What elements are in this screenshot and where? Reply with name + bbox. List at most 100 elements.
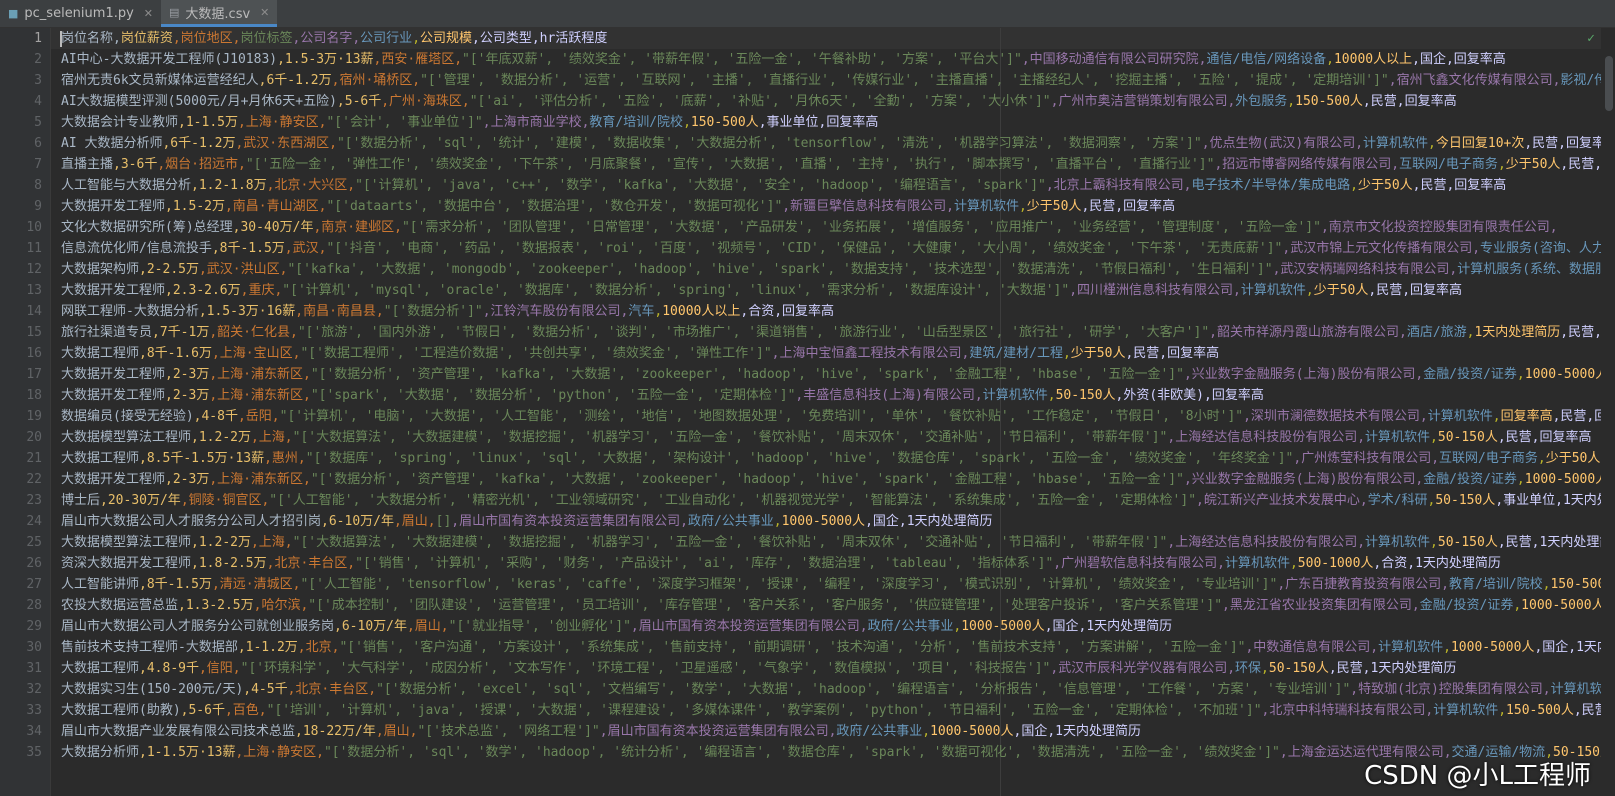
code-line[interactable]: 大数据工程师,8.5千-1.5万·13薪,惠州,"['数据库', 'spring… — [61, 448, 1601, 469]
code-editor[interactable]: 1 2 3 4 5 6 7 8 9 10 11 12 13 14 15 16 17 18 19 20 21 22 23 24 2… — [0, 28, 1615, 796]
line-number: 9 — [34, 199, 42, 214]
line-number: 2 — [34, 52, 42, 67]
code-line[interactable]: 人工智能讲师,8千-1.5万,清远·清城区,"['人工智能', 'tensorf… — [61, 574, 1601, 595]
code-line[interactable]: 农投大数据运营总监,1.3-2.5万,哈尔滨,"['成本控制', '团队建设',… — [61, 595, 1601, 616]
code-line[interactable]: 大数据开发工程师,2-3万,上海·浦东新区,"['数据分析', '资产管理', … — [61, 364, 1601, 385]
line-number: 23 — [26, 493, 42, 508]
code-line[interactable]: 售前技术支持工程师-大数据部,1-1.2万,北京,"['销售', '客户沟通',… — [61, 637, 1601, 658]
csv-field: "['数据分析', 'sql', '数学', 'hadoop', '统计分析',… — [323, 745, 1280, 760]
line-number: 17 — [26, 367, 42, 382]
code-line[interactable]: 信息流优化师/信息流投手,8千-1.5万,武汉,"['抖音', '电商', '药… — [61, 238, 1601, 259]
csv-field: ,南昌·南昌县, — [295, 304, 384, 319]
code-line[interactable]: 数据编员(接受无经验),4-8千,岳阳,"['计算机', '电脑', '大数据'… — [61, 406, 1601, 427]
line-number: 11 — [26, 241, 42, 256]
csv-field: ,民营,回复率高 — [1560, 157, 1601, 172]
csv-field: 10000人以上 — [662, 304, 741, 319]
close-icon[interactable]: ✕ — [144, 7, 153, 20]
csv-field: ,广东百捷教育投资有限公司, — [1277, 577, 1449, 592]
code-line[interactable]: AI中心-大数据开发工程师(J10183),1.5-3万·13薪,西安·雁塔区,… — [61, 49, 1506, 70]
code-line[interactable]: 大数据开发工程师,2-3万,上海·浦东新区,"['数据分析', '资产管理', … — [61, 469, 1601, 490]
line-number: 8 — [34, 178, 42, 193]
csv-field: [] — [435, 514, 452, 529]
vertical-scrollbar[interactable] — [1601, 28, 1615, 796]
code-line[interactable]: 大数据工程师,4.8-9千,信阳,"['环境科学', '大气科学', '成因分析… — [61, 658, 1456, 679]
tab-bigdata-csv[interactable]: ▤ 大数据.csv ✕ — [161, 0, 278, 27]
tab-pc-selenium1[interactable]: ■ pc_selenium1.py ✕ — [0, 0, 161, 27]
csv-field: "['旅游', '国内外游', '节假日', '数据分析', '谈判', '市场… — [297, 325, 1210, 340]
csv-field: 宿州无责6k文员新媒体运营经纪人 — [61, 73, 259, 88]
csv-field: 50-150人 — [1268, 661, 1329, 676]
csv-field: , — [1428, 136, 1436, 151]
csv-field: ,2-3万 — [165, 367, 210, 382]
code-line[interactable]: 大数据架构师,2-2.5万,武汉·洪山区,"['kafka', '大数据', '… — [61, 259, 1601, 280]
code-line[interactable]: 大数据实习生(150-200元/天),4-5千,北京·丰台区,"['数据分析',… — [61, 679, 1601, 700]
csv-field: 电子技术/半导体/集成电路 — [1191, 178, 1351, 193]
csv-field: ,8千-1.5万 — [139, 577, 212, 592]
code-line[interactable]: 人工智能与大数据分析,1.2-1.8万,北京·大兴区,"['计算机', 'jav… — [61, 175, 1506, 196]
code-line[interactable]: 大数据模型算法工程师,1.2-2万,上海,"['大数据算法', '大数据建模',… — [61, 427, 1592, 448]
csv-field: ,6千-1.2万 — [162, 136, 236, 151]
csv-field: "['五险一金', '弹性工作', '绩效奖金', '下午茶', '月底聚餐',… — [245, 157, 1215, 172]
csv-field: ,2-3万 — [165, 388, 210, 403]
csv-field: ,民营,1天内处理简历 — [1328, 661, 1457, 676]
code-line[interactable]: 文化大数据研究所(筹)总经理,30-40万/年,南京·建邺区,"['需求分析',… — [61, 217, 1558, 238]
code-line[interactable]: 眉山市大数据公司人才服务分公司人才招引岗,6-10万/年,眉山,[],眉山市国有… — [61, 511, 993, 532]
csv-field: ,民营,回复率高 — [1524, 136, 1601, 151]
csv-field: ,8.5千-1.5万·13薪 — [139, 451, 265, 466]
code-line[interactable]: 网联工程师-大数据分析,1.5-3万·16薪,南昌·南昌县,"['数据分析']"… — [61, 301, 834, 322]
csv-field: ,西安·雁塔区, — [373, 52, 463, 67]
code-line[interactable]: 博士后,20-30万/年,铜陵·铜官区,"['人工智能', '大数据分析', '… — [61, 490, 1601, 511]
csv-field: 10000人以上 — [1333, 52, 1413, 67]
csv-field: 眉山市大数据公司人才服务分公司就创业服务岗 — [61, 619, 335, 634]
csv-field: ,兴业数字金融服务(上海)股份有限公司, — [1183, 472, 1424, 487]
csv-field: 50-150人 — [1437, 430, 1498, 445]
csv-field: 50-150人 — [1055, 388, 1116, 403]
csv-field: ,公司名字, — [292, 31, 361, 46]
scrollbar-thumb[interactable] — [1605, 56, 1613, 111]
code-line[interactable]: 资深大数据开发工程师,1.8-2.5万,北京·丰台区,"['销售', '计算机'… — [61, 553, 1501, 574]
line-number: 18 — [26, 388, 42, 403]
csv-field: ,1-1.2万 — [237, 640, 298, 655]
watermark: CSDN @小L工程师 — [1364, 761, 1591, 791]
csv-field: , — [1498, 703, 1507, 718]
line-number: 10 — [26, 220, 42, 235]
csv-field: 专业服务(咨询、人力资源) — [1480, 241, 1601, 256]
csv-field: ,江铃汽车股份有限公司, — [482, 304, 629, 319]
csv-field: ,国企,1天内处理简历 — [1044, 619, 1173, 634]
code-line[interactable]: 旅行社渠道专员,7千-1万,韶关·仁化县,"['旅游', '国内外游', '节假… — [61, 322, 1601, 343]
csv-field: 计算机软件 — [1427, 409, 1493, 424]
code-line[interactable]: 大数据开发工程师,2-3万,上海·浦东新区,"['spark', '大数据', … — [61, 385, 1264, 406]
code-line[interactable]: 直播主播,3-6千,烟台·招远市,"['五险一金', '弹性工作', '绩效奖金… — [61, 154, 1601, 175]
csv-field: "['计算机', 'mysql', 'oracle', '数据库', '数据分析… — [282, 283, 1070, 298]
code-line[interactable]: 大数据模型算法工程师,1.2-2万,上海,"['大数据算法', '大数据建模',… — [61, 532, 1601, 553]
code-line[interactable]: 岗位名称,岗位薪资,岗位地区,岗位标签,公司名字,公司行业,公司规模,公司类型,… — [61, 28, 607, 49]
close-icon[interactable]: ✕ — [260, 6, 269, 19]
code-line[interactable]: AI大数据模型评测(5000元/月+月休6天+五险),5-6千,广州·海珠区,"… — [61, 91, 1457, 112]
line-number: 26 — [26, 556, 42, 571]
code-line[interactable]: 大数据开发工程师,2.3-2.6万,重庆,"['计算机', 'mysql', '… — [61, 280, 1462, 301]
code-line[interactable]: 大数据工程师(助教),5-6千,百色,"['培训', '计算机', 'java'… — [61, 700, 1601, 721]
csv-field: 博士后 — [61, 493, 101, 508]
code-line[interactable]: AI 大数据分析师,6千-1.2万,武汉·东西湖区,"['数据分析', 'sql… — [61, 133, 1601, 154]
csv-field: 大数据会计专业教师 — [61, 115, 179, 130]
code-line[interactable]: 眉山市大数据产业发展有限公司技术总监,18-22万/年,眉山,"['技术总监',… — [61, 721, 1141, 742]
editor-tab-bar: ■ pc_selenium1.py ✕ ▤ 大数据.csv ✕ — [0, 0, 1615, 28]
code-line[interactable]: 眉山市大数据公司人才服务分公司就创业服务岗,6-10万/年,眉山,"['就业指导… — [61, 616, 1172, 637]
code-area[interactable]: 岗位名称,岗位薪资,岗位地区,岗位标签,公司名字,公司行业, 公司规模,公司类型,… — [61, 28, 1601, 796]
code-line[interactable]: 宿州无责6k文员新媒体运营经纪人,6千-1.2万,宿州·埇桥区,"['管理', … — [61, 70, 1601, 91]
csv-field: 少于50人 — [1070, 346, 1126, 361]
csv-field: ,宿州·埇桥区, — [331, 73, 421, 88]
line-number: 34 — [26, 724, 42, 739]
code-line[interactable]: 大数据工程师,8千-1.6万,上海·宝山区,"['数据工程师', '工程造价数据… — [61, 343, 1219, 364]
csv-field: ,事业单位,回复率高 — [758, 115, 879, 130]
csv-field: "['抖音', '电商', '药品', '数据报表', 'roi', '百度',… — [326, 241, 1283, 256]
csv-field: 回复率高 — [1500, 409, 1553, 424]
csv-field: , — [1350, 178, 1358, 193]
csv-field: 大数据模型算法工程师 — [61, 430, 192, 445]
csv-field: ,宿州飞鑫文化传媒有限公司, — [1388, 73, 1561, 88]
code-line[interactable]: 大数据开发工程师,1.5-2万,南昌·青山湖区,"['dataarts', '数… — [61, 196, 1175, 217]
csv-field: ,上海·浦东新区, — [209, 367, 311, 382]
csv-field: ,中数通信息有限公司, — [1245, 640, 1379, 655]
csv-field: ,6-10万/年 — [321, 514, 394, 529]
code-line[interactable]: 大数据会计专业教师,1-1.5万,上海·静安区,"['会计', '事业单位']"… — [61, 112, 878, 133]
